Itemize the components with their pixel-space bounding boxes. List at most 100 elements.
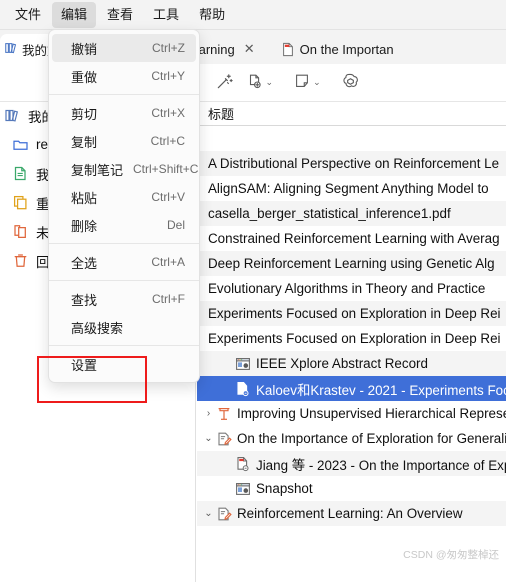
menu-item-advanced-search-label: 高级搜索 <box>71 320 124 336</box>
chevron-down-icon: ⌄ <box>313 77 321 87</box>
magic-wand-icon <box>215 72 234 94</box>
menu-item-copy-note[interactable]: 复制笔记 Ctrl+Shift+C <box>52 155 199 183</box>
conference-icon <box>216 406 232 422</box>
menu-item-copy-accel: Ctrl+C <box>150 134 185 148</box>
items-pane: 标题 A Distributional Perspective on Reinf… <box>197 101 506 582</box>
table-row[interactable]: AlignSAM: Aligning Segment Anything Mode… <box>197 176 506 201</box>
table-row[interactable] <box>197 126 506 151</box>
menu-item-cut[interactable]: 剪切 Ctrl+X <box>52 99 196 127</box>
menu-item-select-all[interactable]: 全选 Ctrl+A <box>52 248 196 276</box>
application-window: 文件 编辑 查看 工具 帮助 我的文库 Reinforcement Learni… <box>0 0 506 582</box>
menu-item-paste-accel: Ctrl+V <box>151 190 185 204</box>
menu-item-copy-label: 复制 <box>71 134 98 150</box>
menu-item-cut-label: 剪切 <box>71 106 98 122</box>
toolbar-new-note-button[interactable]: ⌄ <box>290 69 324 97</box>
menu-item-redo[interactable]: 重做 Ctrl+Y <box>52 62 196 90</box>
menu-separator <box>49 243 199 244</box>
table-row[interactable]: ⌄ Reinforcement Learning: An Overview <box>197 501 506 526</box>
table-row[interactable]: Experiments Focused on Exploration in De… <box>197 326 506 351</box>
tab-on-the-importance-label: On the Importan <box>299 41 394 57</box>
table-row[interactable]: Constrained Reinforcement Learning with … <box>197 226 506 251</box>
menu-item-delete-accel: Del <box>166 218 185 232</box>
table-row[interactable]: Evolutionary Algorithms in Theory and Pr… <box>197 276 506 301</box>
table-row[interactable]: IEEE Xplore Abstract Record <box>197 351 506 376</box>
table-row[interactable]: casella_berger_statistical_inference1.pd… <box>197 201 506 226</box>
table-row[interactable]: ⌄ On the Importance of Exploration for G… <box>197 426 506 451</box>
menu-item-paste[interactable]: 粘贴 Ctrl+V <box>52 183 196 211</box>
menubar-item-file[interactable]: 文件 <box>6 2 50 28</box>
library-icon <box>4 41 18 58</box>
menu-item-find-accel: Ctrl+F <box>152 292 185 306</box>
table-row-selected[interactable]: Kaloev和Krastev - 2021 - Experiments Focu… <box>197 376 506 401</box>
row-title: Constrained Reinforcement Learning with … <box>208 231 500 246</box>
chevron-down-icon: ⌄ <box>265 77 274 87</box>
menu-item-undo-label: 撤销 <box>71 41 98 57</box>
toolbar-openai-button[interactable] <box>338 69 363 97</box>
collapse-chevron-icon[interactable]: ⌄ <box>202 433 215 444</box>
row-title: Experiments Focused on Exploration in De… <box>208 331 501 346</box>
menu-item-paste-label: 粘贴 <box>71 190 98 206</box>
preprint-icon <box>216 431 232 447</box>
table-row[interactable]: Deep Reinforcement Learning using Geneti… <box>197 251 506 276</box>
row-title: A Distributional Perspective on Reinforc… <box>208 156 500 171</box>
table-row[interactable]: Snapshot <box>197 476 506 501</box>
menubar-item-edit[interactable]: 编辑 <box>52 1 97 28</box>
add-attachment-icon <box>246 72 264 93</box>
menu-item-copy[interactable]: 复制 Ctrl+C <box>52 127 196 155</box>
my-publications-icon <box>12 165 29 182</box>
menu-item-delete[interactable]: 删除 Del <box>52 211 196 239</box>
library-icon <box>4 107 21 124</box>
menu-item-find[interactable]: 查找 Ctrl+F <box>52 285 196 313</box>
menu-item-copy-note-label: 复制笔记 <box>71 162 124 178</box>
table-row[interactable]: Jiang 等 - 2023 - On the Importance of Ex… <box>197 451 506 476</box>
menubar-item-help[interactable]: 帮助 <box>190 2 234 28</box>
unfiled-icon <box>12 223 29 240</box>
table-row[interactable]: Experiments Focused on Exploration in De… <box>197 301 506 326</box>
toolbar-add-attachment-button[interactable]: ⌄ <box>243 69 277 97</box>
snapshot-icon <box>235 356 251 372</box>
preprint-icon <box>216 506 232 522</box>
table-row[interactable]: A Distributional Perspective on Reinforc… <box>197 151 506 176</box>
menu-item-find-label: 查找 <box>71 292 98 308</box>
menu-item-select-all-label: 全选 <box>71 255 98 271</box>
menu-item-settings[interactable]: 设置 <box>52 350 196 378</box>
toolbar-magic-wand-button[interactable] <box>212 69 237 97</box>
menu-bar: 文件 编辑 查看 工具 帮助 <box>0 0 506 30</box>
menubar-item-view[interactable]: 查看 <box>98 2 142 28</box>
menu-item-undo[interactable]: 撤销 Ctrl+Z <box>52 34 196 62</box>
row-title: casella_berger_statistical_inference1.pd… <box>208 206 451 221</box>
edit-dropdown-menu: 撤销 Ctrl+Z 重做 Ctrl+Y 剪切 Ctrl+X 复制 Ctrl+C … <box>48 29 200 383</box>
menu-item-advanced-search[interactable]: 高级搜索 <box>52 313 196 341</box>
tab-on-the-importance[interactable]: On the Importan <box>272 34 400 64</box>
snapshot-icon <box>235 481 251 497</box>
menu-item-select-all-accel: Ctrl+A <box>151 255 185 269</box>
row-title: Experiments Focused on Exploration in De… <box>208 306 501 321</box>
menubar-item-tools[interactable]: 工具 <box>144 2 188 28</box>
trash-icon <box>12 252 29 269</box>
menu-item-undo-accel: Ctrl+Z <box>152 41 185 55</box>
row-title: Improving Unsupervised Hierarchical Repr… <box>237 406 506 421</box>
row-title: Reinforcement Learning: An Overview <box>237 506 463 521</box>
menu-separator <box>49 280 199 281</box>
collapse-chevron-icon[interactable]: ⌄ <box>202 508 215 519</box>
close-icon[interactable]: ✕ <box>244 41 255 57</box>
row-title: Deep Reinforcement Learning using Geneti… <box>208 256 495 271</box>
items-list: A Distributional Perspective on Reinforc… <box>197 126 506 526</box>
column-header-title-label: 标题 <box>208 106 235 122</box>
pdf-link-icon <box>235 456 251 472</box>
table-row[interactable]: › Improving Unsupervised Hierarchical Re… <box>197 401 506 426</box>
menu-item-copy-note-accel: Ctrl+Shift+C <box>133 162 199 176</box>
pdf-icon <box>281 42 295 57</box>
menu-item-redo-accel: Ctrl+Y <box>151 69 185 83</box>
row-title: On the Importance of Exploration for Gen… <box>237 431 506 446</box>
row-title: Snapshot <box>256 481 313 496</box>
column-header-title[interactable]: 标题 <box>197 101 506 126</box>
new-note-icon <box>293 72 311 93</box>
menu-item-delete-label: 删除 <box>71 218 98 234</box>
duplicates-icon <box>12 194 29 211</box>
pdf-link-icon <box>235 381 251 397</box>
expand-chevron-icon[interactable]: › <box>202 408 215 419</box>
menu-item-settings-label: 设置 <box>71 357 98 373</box>
menu-separator <box>49 94 199 95</box>
row-title: IEEE Xplore Abstract Record <box>256 356 428 371</box>
